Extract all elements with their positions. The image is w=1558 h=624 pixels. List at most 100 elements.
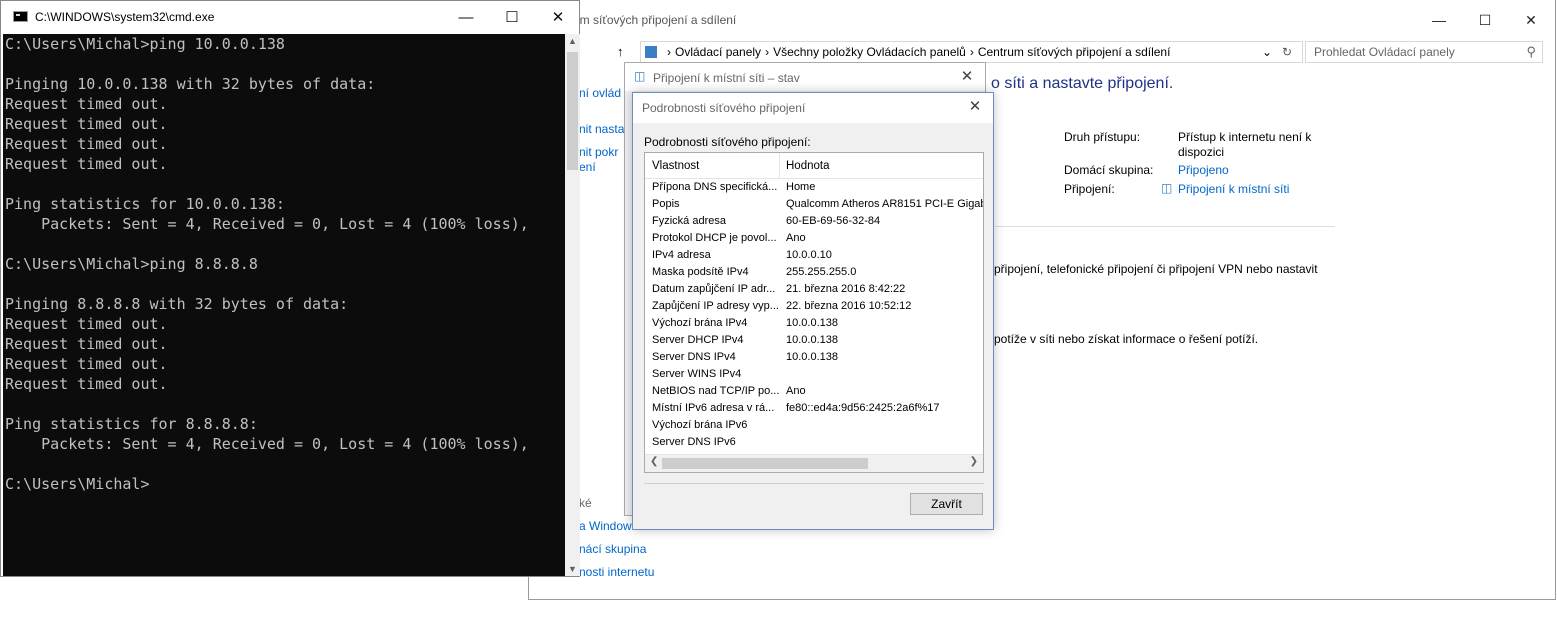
maximize-button[interactable]: ☐ [489, 3, 535, 31]
property-cell: Popis [652, 198, 680, 210]
list-row[interactable]: Výchozí brána IPv4 10.0.0.138 [645, 316, 983, 333]
list-row[interactable]: Protokol DHCP je povol... Ano [645, 231, 983, 248]
sidebar-link[interactable]: nit nasta [579, 122, 624, 136]
sidebar-link[interactable]: ní ovlád [579, 86, 621, 100]
value-cell: fe80::ed4a:9d56:2425:2a6f%17 [786, 402, 940, 414]
scroll-left-icon[interactable]: ❮ [650, 456, 658, 467]
see-also-link-internet-options[interactable]: nosti internetu [579, 565, 654, 579]
column-header-value[interactable]: Hodnota [786, 160, 829, 172]
details-dialog-title: Podrobnosti síťového připojení [642, 101, 806, 115]
details-subtitle: Podrobnosti síťového připojení: [644, 135, 811, 149]
address-bar[interactable]: › Ovládací panely › Všechny položky Ovlá… [640, 41, 1303, 63]
ethernet-icon: ◫ [1161, 181, 1173, 195]
console-line: Request timed out. [5, 335, 168, 353]
list-row[interactable]: NetBIOS nad TCP/IP po... Ano [645, 384, 983, 401]
setup-connection-text: připojení, telefonické připojení či přip… [994, 262, 1318, 276]
breadcrumb-item[interactable]: Všechny položky Ovládacích panelů [773, 45, 966, 59]
console-line: C:\Users\Michal>ping 10.0.0.138 [5, 35, 285, 53]
value-cell: Home [786, 181, 816, 193]
network-adapter-icon: ◫ [634, 69, 646, 83]
console-line: C:\Users\Michal>ping 8.8.8.8 [5, 255, 258, 273]
access-type-label: Druh přístupu: [1064, 130, 1141, 144]
value-cell: 255.255.255.0 [786, 266, 857, 278]
homegroup-label: Domácí skupina: [1064, 163, 1154, 177]
breadcrumb-item[interactable]: Ovládací panely [675, 45, 761, 59]
list-row[interactable]: Popis Qualcomm Atheros AR8151 PCI-E Gigab… [645, 197, 983, 214]
column-separator[interactable] [779, 153, 780, 178]
scrollbar-thumb[interactable] [567, 52, 578, 170]
console-output[interactable]: C:\Users\Michal>ping 10.0.0.138 Pinging 1… [3, 34, 565, 576]
console-line: Request timed out. [5, 135, 168, 153]
list-row[interactable]: Server DNS IPv6 [645, 435, 983, 452]
scrollbar-thumb[interactable] [662, 458, 868, 469]
close-dialog-button[interactable]: Zavřít [910, 493, 983, 515]
property-cell: Fyzická adresa [652, 215, 726, 227]
close-button[interactable]: ✕ [1511, 6, 1551, 34]
list-row[interactable]: Server DHCP IPv4 10.0.0.138 [645, 333, 983, 350]
property-cell: IPv4 adresa [652, 249, 711, 261]
breadcrumb-item[interactable]: Centrum síťových připojení a sdílení [978, 45, 1171, 59]
minimize-button[interactable]: — [1419, 6, 1459, 34]
close-icon[interactable]: ✕ [957, 67, 977, 87]
cmd-titlebar: C:\WINDOWS\system32\cmd.exe — ☐ ✕ [1, 1, 579, 33]
control-panel-title: ntrum síťových připojení a sdílení [559, 13, 737, 27]
status-dialog-title: Připojení k místní síti – stav [653, 71, 800, 85]
column-header-property[interactable]: Vlastnost [652, 160, 699, 172]
console-line: Request timed out. [5, 315, 168, 333]
console-line: Request timed out. [5, 155, 168, 173]
see-also-link-homegroup[interactable]: nácí skupina [579, 542, 646, 556]
console-line: Ping statistics for 10.0.0.138: [5, 195, 285, 213]
list-row[interactable]: Maska podsítě IPv4 255.255.255.0 [645, 265, 983, 282]
maximize-button[interactable]: ☐ [1465, 6, 1505, 34]
search-placeholder: Prohledat Ovládací panely [1314, 45, 1455, 59]
property-cell: Maska podsítě IPv4 [652, 266, 749, 278]
list-row[interactable]: IPv4 adresa 10.0.0.10 [645, 248, 983, 265]
chevron-right-icon: › [667, 45, 671, 59]
list-row[interactable]: Místní IPv6 adresa v rá... fe80::ed4a:9d5… [645, 401, 983, 418]
list-row[interactable]: Server DNS IPv4 10.0.0.138 [645, 350, 983, 367]
minimize-button[interactable]: — [443, 3, 489, 31]
property-cell: Zapůjčení IP adresy vyp... [652, 300, 779, 312]
horizontal-scrollbar[interactable]: ❮ ❯ [645, 454, 983, 472]
scroll-down-icon[interactable]: ▼ [568, 564, 577, 574]
cmd-title: C:\WINDOWS\system32\cmd.exe [35, 10, 215, 24]
property-cell: Výchozí brána IPv6 [652, 419, 748, 431]
list-row[interactable]: Přípona DNS specifická... Home [645, 180, 983, 197]
connection-details-dialog: Podrobnosti síťového připojení ✕ Podrobn… [632, 92, 994, 530]
vertical-scrollbar[interactable]: ▲ ▼ [565, 34, 580, 576]
search-input[interactable]: Prohledat Ovládací panely ⚲ [1305, 41, 1543, 63]
console-line: Ping statistics for 8.8.8.8: [5, 415, 258, 433]
dropdown-icon[interactable]: ⌄ [1262, 45, 1272, 59]
close-button[interactable]: ✕ [535, 3, 581, 31]
console-line: Request timed out. [5, 115, 168, 133]
list-row[interactable]: Server WINS IPv4 [645, 367, 983, 384]
up-arrow-icon[interactable]: ↑ [617, 44, 624, 59]
property-cell: Protokol DHCP je povol... [652, 232, 777, 244]
value-cell: 21. března 2016 8:42:22 [786, 283, 906, 295]
divider [995, 226, 1335, 227]
scroll-right-icon[interactable]: ❯ [970, 456, 978, 467]
scroll-up-icon[interactable]: ▲ [568, 36, 577, 46]
list-row[interactable]: Datum zapůjčení IP adr... 21. března 2016… [645, 282, 983, 299]
value-cell: 10.0.0.138 [786, 317, 838, 329]
details-list-view[interactable]: Vlastnost Hodnota Přípona DNS specifická… [644, 152, 984, 473]
property-cell: Datum zapůjčení IP adr... [652, 283, 776, 295]
close-icon[interactable]: ✕ [965, 97, 985, 117]
sidebar-link[interactable]: ení [579, 160, 596, 174]
connection-link[interactable]: Připojení k místní síti [1178, 182, 1289, 196]
search-icon[interactable]: ⚲ [1526, 44, 1536, 60]
property-cell: Přípona DNS specifická... [652, 181, 778, 193]
value-cell: 10.0.0.138 [786, 334, 838, 346]
chevron-right-icon: › [969, 45, 974, 59]
sidebar-link[interactable]: nit pokr [579, 145, 618, 159]
refresh-icon[interactable]: ↻ [1282, 45, 1292, 59]
console-line: Pinging 10.0.0.138 with 32 bytes of data… [5, 75, 376, 93]
list-row[interactable]: Zapůjčení IP adresy vyp... 22. března 201… [645, 299, 983, 316]
property-cell: Server WINS IPv4 [652, 368, 742, 380]
list-row[interactable]: Výchozí brána IPv6 [645, 418, 983, 435]
homegroup-link[interactable]: Připojeno [1178, 163, 1229, 177]
list-row[interactable]: Fyzická adresa 60-EB-69-56-32-84 [645, 214, 983, 231]
